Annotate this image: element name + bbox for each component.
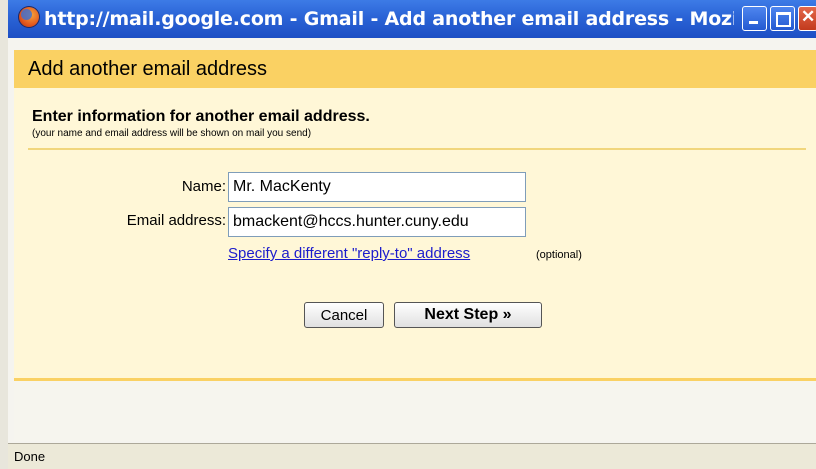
- window-title: http://mail.google.com - Gmail - Add ano…: [44, 8, 734, 30]
- status-text: Done: [14, 449, 46, 464]
- next-step-button[interactable]: Next Step »: [394, 302, 542, 328]
- reply-to-link[interactable]: Specify a different "reply-to" address: [228, 245, 470, 262]
- dialog-header: Add another email address: [14, 50, 816, 88]
- dialog-content: Enter information for another email addr…: [14, 88, 816, 381]
- form-subheading: (your name and email address will be sho…: [32, 128, 312, 139]
- optional-note: (optional): [536, 249, 582, 261]
- email-label: Email address:: [126, 212, 226, 229]
- dialog-title: Add another email address: [28, 58, 268, 80]
- form-heading: Enter information for another email addr…: [32, 108, 370, 125]
- title-bar: http://mail.google.com - Gmail - Add ano…: [8, 0, 816, 39]
- status-bar: Done: [8, 443, 816, 469]
- maximize-icon[interactable]: [770, 6, 795, 31]
- email-input[interactable]: [228, 207, 526, 237]
- name-input[interactable]: [228, 172, 526, 202]
- cancel-button[interactable]: Cancel: [304, 302, 384, 328]
- firefox-icon: [18, 6, 40, 28]
- name-label: Name:: [181, 178, 226, 195]
- minimize-icon[interactable]: [742, 6, 767, 31]
- close-icon[interactable]: [798, 6, 816, 31]
- divider: [28, 148, 806, 150]
- browser-window: http://mail.google.com - Gmail - Add ano…: [8, 0, 816, 469]
- dialog-frame: Add another email address Enter informat…: [8, 38, 816, 469]
- dialog-footer-area: [14, 381, 816, 441]
